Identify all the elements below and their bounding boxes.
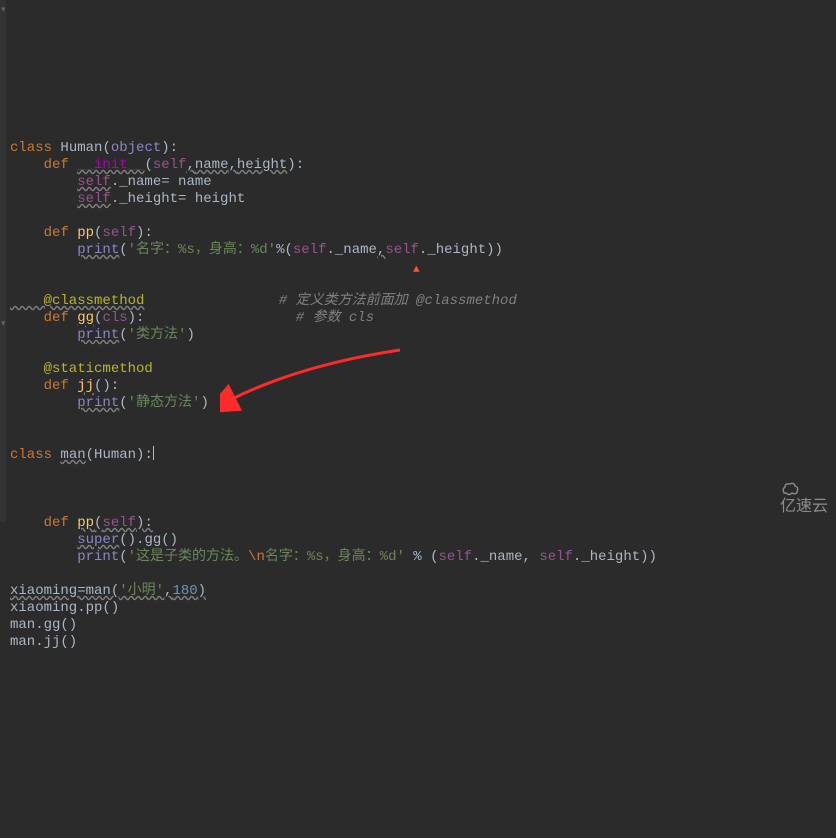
punct: ):: [287, 157, 304, 173]
code: ._name,: [472, 549, 539, 565]
cls-param: cls: [102, 310, 127, 326]
punct: ,: [228, 157, 236, 173]
self: self: [438, 549, 472, 565]
self: self: [539, 549, 573, 565]
code: ().: [119, 532, 144, 548]
punct: ): [200, 395, 208, 411]
decorator: @classmethod: [10, 293, 144, 309]
watermark: 亿速云: [761, 464, 828, 516]
code: man.gg(): [10, 617, 77, 633]
punct: (: [119, 549, 127, 565]
decorator: @staticmethod: [10, 361, 153, 377]
code-editor[interactable]: class Human(object): def __init__(self,n…: [10, 140, 836, 651]
code: xiaoming=man(: [10, 583, 119, 599]
punct: ): [186, 327, 194, 343]
code: % (: [405, 549, 439, 565]
punct: ):: [136, 225, 153, 241]
keyword: def: [10, 515, 77, 531]
code: ._name: [326, 242, 376, 258]
comment: # 参数 cls: [296, 310, 374, 326]
watermark-text: 亿速云: [780, 498, 828, 516]
indent: [10, 191, 77, 207]
method-name: pp: [77, 225, 94, 241]
method-name: pp: [77, 515, 94, 531]
punct: ):: [161, 140, 178, 156]
code: (Human):: [86, 447, 153, 463]
punct: ):: [128, 310, 145, 326]
param: height: [237, 157, 287, 173]
builtin-super: super: [77, 532, 119, 548]
param: name: [195, 157, 229, 173]
method-name: __init__: [77, 157, 144, 173]
string: '小明': [119, 583, 164, 599]
punct: (: [144, 157, 152, 173]
punct: ,: [164, 583, 172, 599]
self-param: self: [153, 157, 187, 173]
code: man.jj(): [10, 634, 77, 650]
punct: (: [119, 242, 127, 258]
punct: ): [198, 583, 206, 599]
indent: [10, 532, 77, 548]
escape: \n: [248, 549, 265, 565]
punct: ):: [136, 515, 153, 531]
code: ._height= height: [111, 191, 245, 207]
punct: (: [119, 327, 127, 343]
indent: [10, 549, 77, 565]
punct: (): [161, 532, 178, 548]
indent: [10, 242, 77, 258]
fold-icon[interactable]: ▾: [1, 6, 6, 15]
self: self: [77, 191, 111, 207]
self: self: [77, 174, 111, 190]
fold-icon[interactable]: ▾: [1, 320, 6, 329]
keyword: def: [10, 157, 77, 173]
builtin-print: print: [77, 395, 119, 411]
comment: # 定义类方法前面加 @classmethod: [279, 293, 517, 309]
keyword: def: [10, 310, 77, 326]
number: 180: [172, 583, 197, 599]
code: ._name= name: [111, 174, 212, 190]
code: ._height)): [573, 549, 657, 565]
punct: ():: [94, 378, 119, 394]
keyword: class: [10, 140, 60, 156]
code: %(: [276, 242, 293, 258]
keyword: class: [10, 447, 60, 463]
method-name: gg: [77, 310, 94, 326]
editor-gutter: [0, 0, 6, 522]
string: 名字：%s，身高：%d': [265, 549, 405, 565]
string: '这是子类的方法。: [128, 549, 248, 565]
space: [144, 293, 278, 309]
space: [144, 310, 295, 326]
string: '类方法': [128, 327, 187, 343]
builtin-print: print: [77, 327, 119, 343]
punct: ,: [186, 157, 194, 173]
method-name: jj: [77, 378, 94, 394]
builtin-print: print: [77, 242, 119, 258]
call: gg: [144, 532, 161, 548]
builtin: object: [111, 140, 161, 156]
punct: (: [119, 395, 127, 411]
indent: [10, 327, 77, 343]
class-name: Human: [60, 140, 102, 156]
indent: [10, 174, 77, 190]
class-name: man: [60, 447, 85, 463]
text-cursor: [153, 446, 154, 460]
self-param: self: [102, 515, 136, 531]
self: self: [385, 242, 419, 258]
self: self: [293, 242, 327, 258]
code: xiaoming.pp(): [10, 600, 119, 616]
builtin-print: print: [77, 549, 119, 565]
string: '名字：%s，身高：%d': [128, 242, 276, 258]
keyword: def: [10, 225, 77, 241]
indent: [10, 395, 77, 411]
code: ._height)): [419, 242, 503, 258]
self-param: self: [102, 225, 136, 241]
punct: (: [102, 140, 110, 156]
keyword: def: [10, 378, 77, 394]
string: '静态方法': [128, 395, 201, 411]
